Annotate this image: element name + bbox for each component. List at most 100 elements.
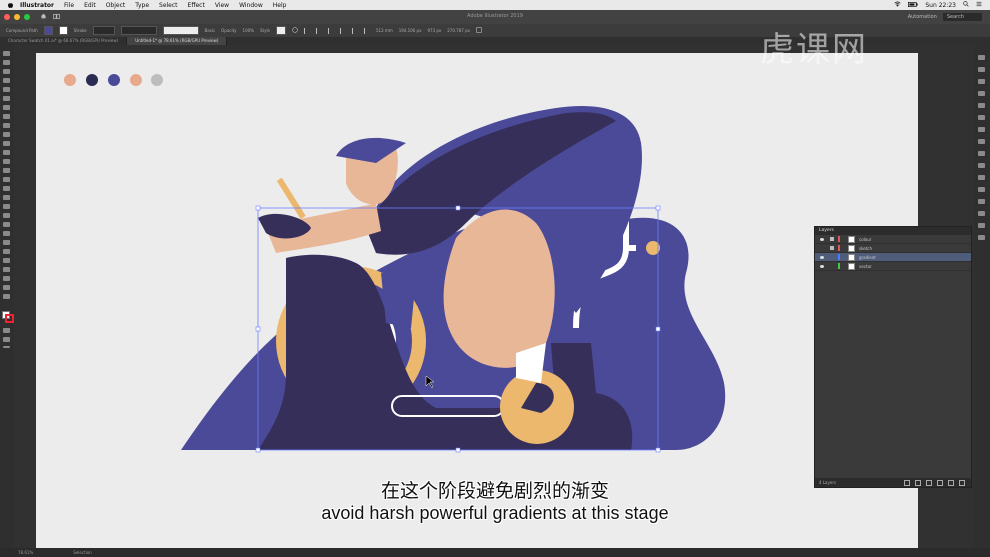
stroke-label[interactable]: Stroke <box>74 28 87 33</box>
palette-swatch-gray[interactable] <box>151 74 163 86</box>
column-graph-tool-icon[interactable] <box>3 258 10 263</box>
line-tool-icon[interactable] <box>3 114 10 119</box>
lock-icon[interactable] <box>830 255 834 259</box>
layer-name[interactable]: vector <box>859 264 872 269</box>
apple-icon[interactable] <box>6 1 14 9</box>
type-tool-icon[interactable] <box>3 105 10 110</box>
menu-object[interactable]: Object <box>106 2 126 9</box>
hand-tool-icon[interactable] <box>3 285 10 290</box>
layer-row-vector[interactable]: vector <box>815 262 971 271</box>
handle-br[interactable] <box>655 447 661 453</box>
y-field[interactable]: 194.106 px <box>399 28 422 33</box>
opacity-value[interactable]: 100% <box>243 28 254 33</box>
current-tool[interactable]: Selection <box>73 550 91 555</box>
zoom-tool-icon[interactable] <box>3 294 10 299</box>
links-panel-icon[interactable] <box>978 223 985 228</box>
fill-swatch[interactable] <box>43 26 53 35</box>
rotate-tool-icon[interactable] <box>3 159 10 164</box>
align-panel-icon[interactable] <box>978 235 985 240</box>
edit-toolbar-icon[interactable] <box>3 346 10 348</box>
wifi-icon[interactable] <box>894 1 901 9</box>
transparency-panel-icon[interactable] <box>978 151 985 156</box>
layer-row-colour[interactable]: colour <box>815 235 971 244</box>
swatches-panel-icon[interactable] <box>978 91 985 96</box>
menu-effect[interactable]: Effect <box>188 2 205 9</box>
properties-panel-icon[interactable] <box>978 55 985 60</box>
opacity-label[interactable]: Opacity <box>221 28 236 33</box>
cyclist-illustration[interactable] <box>36 53 918 548</box>
lock-icon[interactable] <box>830 264 834 268</box>
handle-bm[interactable] <box>455 447 461 453</box>
layer-name[interactable]: gradient <box>859 255 876 260</box>
perspective-grid-tool-icon[interactable] <box>3 204 10 209</box>
lock-icon[interactable] <box>830 237 834 241</box>
selection-tool-icon[interactable] <box>3 51 10 56</box>
menu-help[interactable]: Help <box>273 2 287 9</box>
layer-row-sketch[interactable]: sketch <box>815 244 971 253</box>
palette-swatch-peach-2[interactable] <box>130 74 142 86</box>
handle-tr[interactable] <box>655 205 661 211</box>
menu-view[interactable]: View <box>215 2 229 9</box>
align-left-icon[interactable] <box>304 27 310 34</box>
symbols-panel-icon[interactable] <box>978 115 985 120</box>
palette-swatch-peach[interactable] <box>64 74 76 86</box>
mesh-tool-icon[interactable] <box>3 213 10 218</box>
menu-window[interactable]: Window <box>239 2 263 9</box>
tab-character-swatch[interactable]: Character Swatch 01.ai* @ 66.67% (RGB/GP… <box>0 37 128 45</box>
eye-icon[interactable] <box>820 255 824 259</box>
eye-icon[interactable] <box>820 264 824 268</box>
eyedropper-tool-icon[interactable] <box>3 231 10 236</box>
handle-tm[interactable] <box>455 205 461 211</box>
artboards-panel-icon[interactable] <box>978 199 985 204</box>
screen-mode-icon[interactable] <box>3 337 10 342</box>
layers-panel-title[interactable]: Layers <box>815 227 971 235</box>
align-right-icon[interactable] <box>328 27 334 34</box>
draw-mode-icon[interactable] <box>3 328 10 333</box>
gradient-tool-icon[interactable] <box>3 222 10 227</box>
variable-width-profile[interactable] <box>120 26 157 35</box>
slice-tool-icon[interactable] <box>3 276 10 281</box>
style-label[interactable]: Style <box>260 28 270 33</box>
color-panel-icon[interactable] <box>978 79 985 84</box>
spotlight-icon[interactable] <box>963 1 969 9</box>
palette-swatch-navy[interactable] <box>86 74 98 86</box>
x-field[interactable]: 512 mm <box>376 28 393 33</box>
symbol-sprayer-tool-icon[interactable] <box>3 249 10 254</box>
shape-builder-tool-icon[interactable] <box>3 195 10 200</box>
brush-definition[interactable] <box>162 26 199 35</box>
pen-tool-icon[interactable] <box>3 87 10 92</box>
layer-name[interactable]: sketch <box>859 246 872 251</box>
handle-mr[interactable] <box>655 326 661 332</box>
tab-untitled-1[interactable]: Untitled-1* @ 78.61% (RGB/GPU Preview) <box>127 37 228 45</box>
zoom-level[interactable]: 78.61% <box>18 550 33 555</box>
layer-name[interactable]: colour <box>859 237 871 242</box>
eraser-tool-icon[interactable] <box>3 150 10 155</box>
direct-selection-tool-icon[interactable] <box>3 60 10 65</box>
recolor-icon[interactable] <box>292 27 298 34</box>
gradient-panel-icon[interactable] <box>978 139 985 144</box>
rectangle-tool-icon[interactable] <box>3 123 10 128</box>
stroke-panel-icon[interactable] <box>978 127 985 132</box>
layer-row-gradient[interactable]: gradient <box>815 253 971 262</box>
h-field[interactable]: 270.787 px <box>447 28 470 33</box>
align-center-icon[interactable] <box>316 27 322 34</box>
brushes-panel-icon[interactable] <box>978 103 985 108</box>
graphic-style-swatch[interactable] <box>276 26 287 35</box>
align-top-icon[interactable] <box>340 27 346 34</box>
w-field[interactable]: 973 px <box>427 28 441 33</box>
handle-tl[interactable] <box>255 205 261 211</box>
align-bottom-icon[interactable] <box>364 27 370 34</box>
layers-panel-icon[interactable] <box>978 187 985 192</box>
artboard-tool-icon[interactable] <box>3 267 10 272</box>
eye-icon[interactable] <box>820 247 824 250</box>
width-tool-icon[interactable] <box>3 177 10 182</box>
palette-swatch-purple[interactable] <box>108 74 120 86</box>
curvature-tool-icon[interactable] <box>3 96 10 101</box>
handle-bl[interactable] <box>255 447 261 453</box>
asset-export-panel-icon[interactable] <box>978 211 985 216</box>
appearance-panel-icon[interactable] <box>978 163 985 168</box>
free-transform-tool-icon[interactable] <box>3 186 10 191</box>
lasso-tool-icon[interactable] <box>3 78 10 83</box>
align-middle-icon[interactable] <box>352 27 358 34</box>
clock[interactable]: Sun 22:23 <box>925 2 956 9</box>
